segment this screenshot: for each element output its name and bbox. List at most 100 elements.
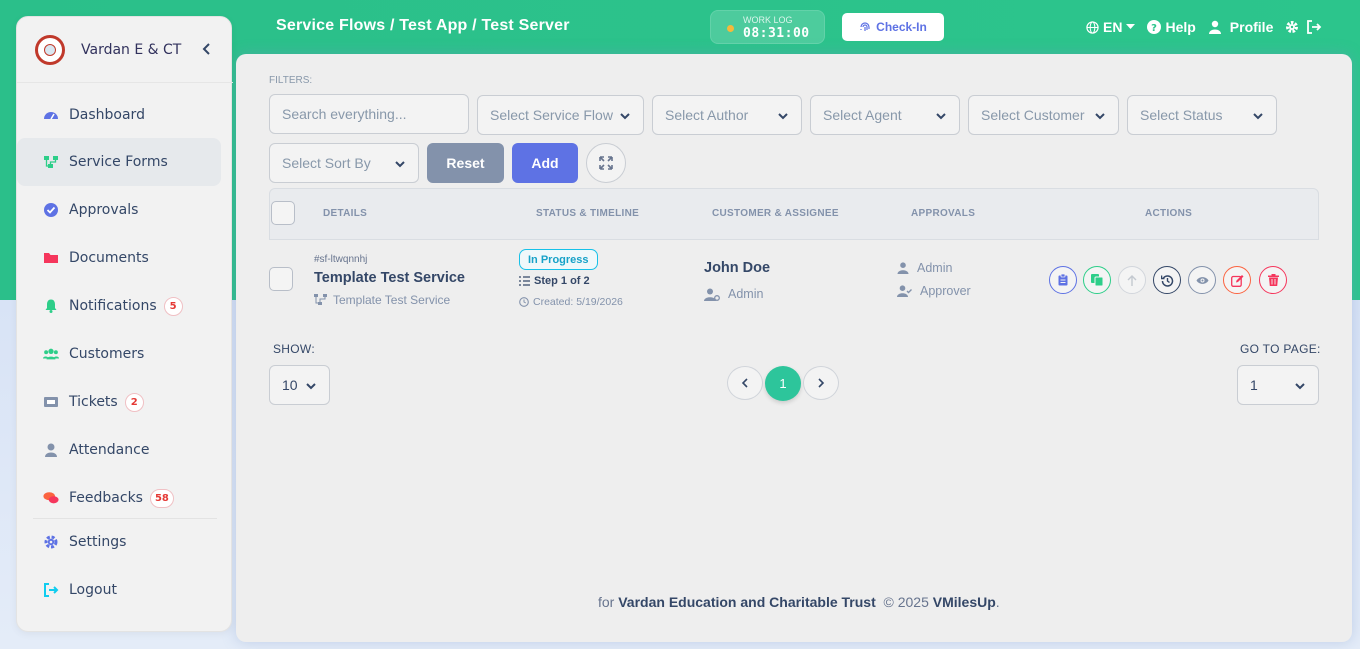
sidebar-item-tickets[interactable]: Tickets 2 <box>17 378 221 426</box>
chevron-down-icon <box>306 383 316 390</box>
check-in-label: Check-In <box>876 20 927 34</box>
service-form-title[interactable]: Template Test Service <box>314 270 465 286</box>
sidebar-item-approvals[interactable]: Approvals <box>17 186 221 234</box>
language-selector[interactable]: EN <box>1086 19 1136 35</box>
trash-icon <box>1267 274 1279 286</box>
service-flow-name: Template Test Service <box>314 293 450 307</box>
go-to-page-value: 1 <box>1250 377 1258 393</box>
chevron-down-icon <box>936 113 946 120</box>
sidebar-item-logout[interactable]: Logout <box>17 566 221 614</box>
sort-by-select[interactable]: Select Sort By <box>269 143 419 183</box>
user-icon <box>43 442 59 458</box>
sidebar-item-dashboard[interactable]: Dashboard <box>17 91 221 139</box>
brand-name: Vardan E & CT <box>81 41 182 58</box>
check-in-button[interactable]: Check-In <box>842 13 944 41</box>
copy-button[interactable] <box>1083 266 1111 294</box>
help-link[interactable]: ? Help <box>1147 19 1196 35</box>
page-size-select[interactable]: 10 <box>269 365 330 405</box>
sidebar-item-label: Notifications <box>69 298 157 314</box>
svg-text:?: ? <box>1152 23 1158 34</box>
sidebar-item-customers[interactable]: Customers <box>17 330 221 378</box>
help-label: Help <box>1165 19 1196 35</box>
expand-icon <box>599 156 613 170</box>
footer-org-link[interactable]: Vardan Education and Charitable Trust <box>618 594 876 610</box>
sidebar-item-settings[interactable]: Settings <box>17 518 221 566</box>
sidebar-item-notifications[interactable]: Notifications 5 <box>17 282 221 330</box>
service-flow-select-value: Select Service Flow <box>490 107 613 123</box>
sidebar-item-label: Logout <box>69 582 117 598</box>
brand-logo <box>35 34 65 65</box>
created-date: Created: 5/19/2026 <box>519 296 623 308</box>
eye-icon <box>1196 276 1208 284</box>
customer-select[interactable]: Select Customer <box>968 95 1119 135</box>
chevron-right-icon <box>818 378 825 388</box>
sidebar-item-label: Tickets <box>69 394 118 410</box>
author-select[interactable]: Select Author <box>652 95 802 135</box>
column-header-status: STATUS & TIMELINE <box>536 208 640 219</box>
flow-icon <box>43 154 59 170</box>
reset-button[interactable]: Reset <box>427 143 504 183</box>
chevron-down-icon <box>620 113 630 120</box>
footer-brand-link[interactable]: VMilesUp <box>933 594 996 610</box>
sidebar-item-label: Service Forms <box>69 154 168 170</box>
sidebar-item-service-forms[interactable]: Service Forms <box>17 138 221 186</box>
page-size-value: 10 <box>282 377 298 393</box>
edit-icon <box>1230 274 1243 287</box>
expand-button[interactable] <box>586 143 626 183</box>
history-button[interactable] <box>1153 266 1181 294</box>
search-input[interactable]: Search everything... <box>269 94 469 134</box>
row-checkbox[interactable] <box>269 267 293 291</box>
column-header-customer: CUSTOMER & ASSIGNEE <box>712 208 839 219</box>
service-form-id: #sf-ltwqnnhj <box>314 254 368 265</box>
go-to-page-select[interactable]: 1 <box>1237 365 1319 405</box>
assignee-name: Admin <box>728 287 764 301</box>
customer-select-value: Select Customer <box>981 107 1085 123</box>
profile-link[interactable]: Profile <box>1208 19 1273 35</box>
sidebar-item-documents[interactable]: Documents <box>17 234 221 282</box>
sort-by-select-value: Select Sort By <box>282 155 371 171</box>
copy-icon <box>1091 274 1103 286</box>
chevron-down-icon <box>778 113 788 120</box>
feedbacks-count-badge: 58 <box>149 488 174 508</box>
service-flow-select[interactable]: Select Service Flow <box>477 95 644 135</box>
footer-prefix: for <box>598 594 615 610</box>
agent-select[interactable]: Select Agent <box>810 95 960 135</box>
author-select-value: Select Author <box>665 107 749 123</box>
sidebar-item-feedbacks[interactable]: Feedbacks 58 <box>17 474 221 522</box>
collapse-chevron-icon[interactable] <box>199 41 215 57</box>
previous-page-button[interactable] <box>727 366 763 400</box>
delete-button[interactable] <box>1259 266 1287 294</box>
sidebar: Vardan E & CT Dashboard Service Forms Ap… <box>16 16 233 632</box>
status-select[interactable]: Select Status <box>1127 95 1277 135</box>
preview-button[interactable] <box>1188 266 1216 294</box>
next-page-button[interactable] <box>803 366 839 400</box>
list-icon <box>519 276 530 286</box>
go-to-page-label: GO TO PAGE: <box>1240 342 1321 356</box>
show-label: SHOW: <box>273 342 315 356</box>
select-all-checkbox[interactable] <box>271 201 295 225</box>
sidebar-brand[interactable]: Vardan E & CT <box>17 17 233 83</box>
logout-link[interactable] <box>1307 20 1322 34</box>
approver-item: Admin <box>897 261 952 275</box>
bell-icon <box>43 298 59 314</box>
edit-button[interactable] <box>1223 266 1251 294</box>
sidebar-item-attendance[interactable]: Attendance <box>17 426 221 474</box>
user-icon <box>1208 20 1221 34</box>
sidebar-item-label: Dashboard <box>69 107 145 123</box>
add-button[interactable]: Add <box>512 143 578 183</box>
user-check-icon <box>897 285 912 297</box>
globe-icon <box>1086 20 1099 34</box>
gear-icon <box>1286 21 1299 33</box>
page-number-current[interactable]: 1 <box>765 366 801 401</box>
chevron-down-icon <box>395 161 405 168</box>
submit-button[interactable] <box>1118 266 1146 294</box>
notifications-count-badge: 5 <box>163 296 183 316</box>
chevron-down-icon <box>1295 383 1305 390</box>
assignee: Admin <box>704 287 763 301</box>
settings-link[interactable] <box>1285 20 1299 34</box>
filters-label: FILTERS: <box>269 75 313 86</box>
view-form-button[interactable] <box>1049 266 1077 294</box>
work-log-status-dot <box>727 25 734 32</box>
approver-item: Approver <box>897 284 971 298</box>
agent-select-value: Select Agent <box>823 107 902 123</box>
